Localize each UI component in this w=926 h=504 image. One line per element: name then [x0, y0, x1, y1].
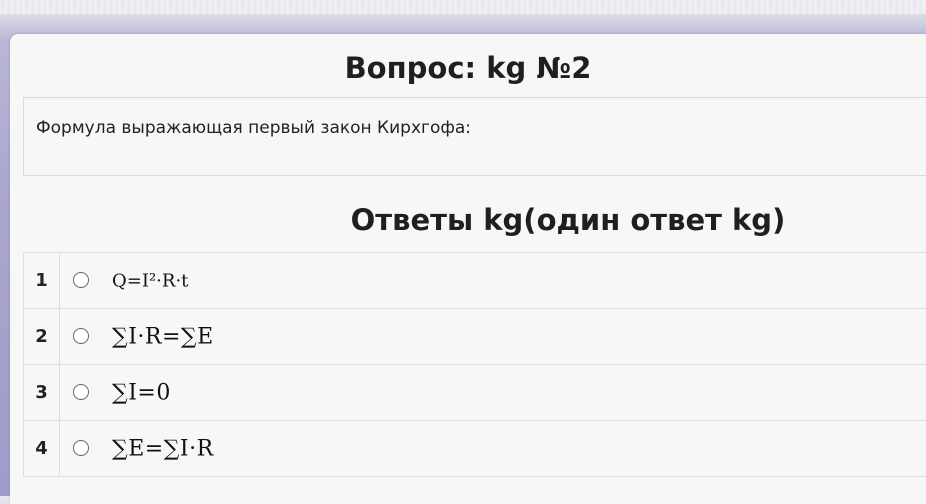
window-top-strip — [0, 0, 926, 14]
answer-option[interactable]: ∑E=∑I·R — [60, 421, 926, 477]
answer-row[interactable]: 1 Q=I²·R·t — [24, 253, 926, 309]
question-title: Вопрос: kg №2 — [10, 51, 926, 85]
question-box: Формула выражающая первый закон Кирхгофа… — [23, 97, 926, 176]
answer-option[interactable]: Q=I²·R·t — [60, 253, 926, 309]
answer-number: 1 — [24, 253, 60, 309]
answer-option[interactable]: ∑I·R=∑E — [60, 309, 926, 365]
answer-formula: ∑I=0 — [112, 380, 171, 405]
answer-option[interactable]: ∑I=0 — [60, 365, 926, 421]
question-text: Формула выражающая первый закон Кирхгофа… — [36, 118, 471, 138]
answer-number: 4 — [24, 421, 60, 477]
answer-formula: ∑I·R=∑E — [112, 324, 214, 349]
answer-row[interactable]: 2 ∑I·R=∑E — [24, 309, 926, 365]
answer-radio[interactable] — [73, 384, 89, 400]
answers-table: 1 Q=I²·R·t 2 ∑I·R=∑E 3 ∑I=0 4 ∑E=∑I — [23, 252, 926, 477]
answers-title: Ответы kg(один ответ kg) — [10, 203, 926, 237]
answer-row[interactable]: 3 ∑I=0 — [24, 365, 926, 421]
answer-formula: ∑E=∑I·R — [112, 436, 214, 461]
answer-number: 3 — [24, 365, 60, 421]
answer-radio[interactable] — [73, 328, 89, 344]
answer-number: 2 — [24, 309, 60, 365]
answer-radio[interactable] — [73, 272, 89, 288]
question-card: Вопрос: kg №2 Формула выражающая первый … — [10, 34, 926, 504]
answer-radio[interactable] — [73, 440, 89, 456]
answer-row[interactable]: 4 ∑E=∑I·R — [24, 421, 926, 477]
answer-formula: Q=I²·R·t — [112, 270, 188, 291]
